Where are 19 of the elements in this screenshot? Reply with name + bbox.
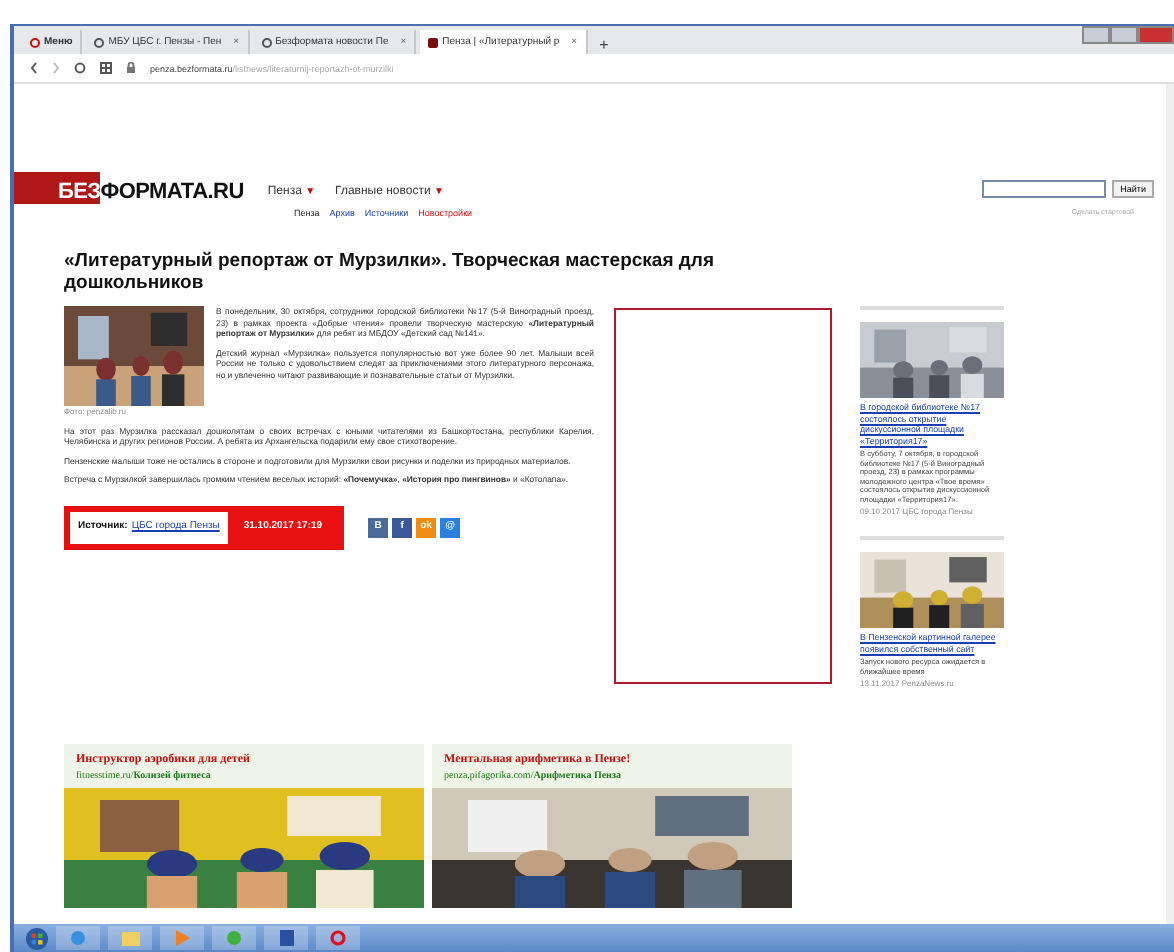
folder-icon[interactable] [108, 926, 152, 950]
site-icon [428, 37, 439, 47]
start-icon[interactable] [26, 927, 48, 949]
new-tab-button[interactable]: + [591, 36, 617, 54]
search-field[interactable] [982, 179, 1107, 197]
forward-icon[interactable] [52, 62, 60, 74]
grid-icon[interactable] [100, 62, 112, 74]
back-icon[interactable] [30, 62, 38, 74]
opera-icon [30, 37, 40, 47]
opera-icon[interactable] [316, 926, 360, 950]
article-title: «Литературный репортаж от Мурзилки». Творческая мастерская для дошкольников [64, 250, 716, 294]
site-icon [261, 37, 272, 47]
maximize-icon[interactable] [1110, 26, 1138, 44]
play-icon[interactable] [160, 926, 204, 950]
minimize-icon[interactable] [1082, 26, 1110, 44]
site-icon [94, 37, 105, 47]
lock-icon [126, 62, 136, 74]
site-logo[interactable]: БЕЗФОРМАТА.RU [14, 172, 244, 204]
close-icon[interactable] [1138, 26, 1174, 44]
